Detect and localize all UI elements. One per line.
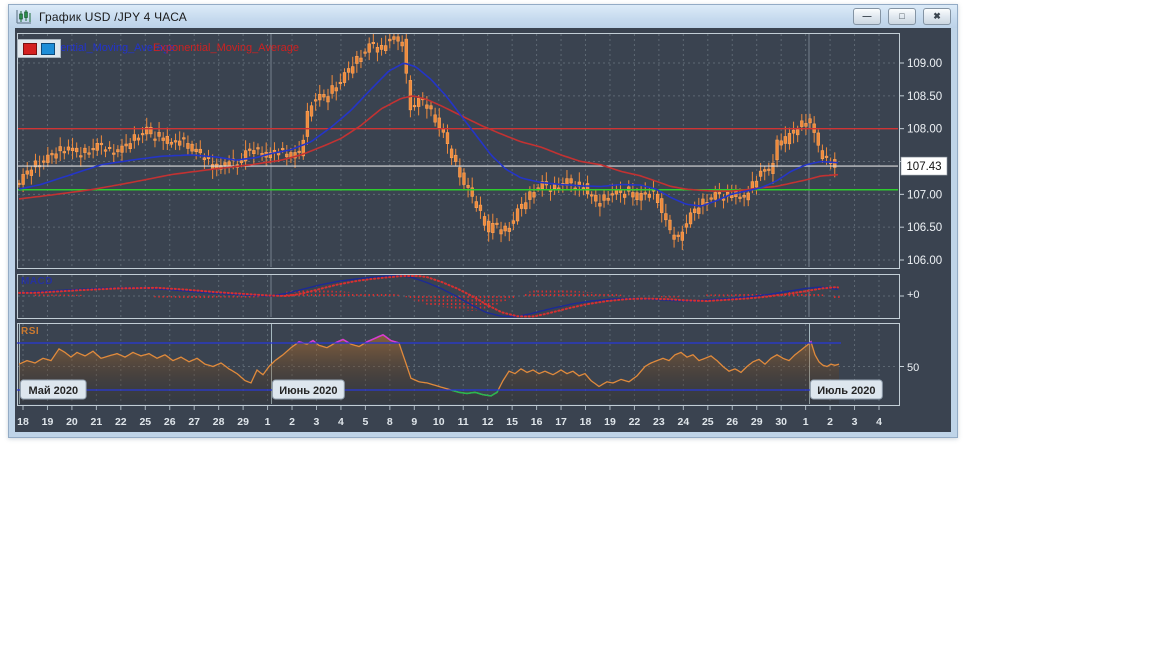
- svg-text:22: 22: [115, 416, 127, 428]
- svg-text:17: 17: [555, 416, 567, 428]
- svg-text:108.50: 108.50: [907, 91, 942, 103]
- svg-text:27: 27: [188, 416, 200, 428]
- time-axis-labels: 18 19 20 21 22 25 26 27 28 29 1 2 3 4 5 8 9 10 11 12 15 16 17 1…: [17, 416, 882, 428]
- minimize-button[interactable]: —: [853, 8, 881, 25]
- current-price-box: 107.43: [900, 156, 948, 176]
- svg-text:29: 29: [237, 416, 249, 428]
- svg-text:1: 1: [803, 416, 809, 428]
- svg-text:11: 11: [458, 416, 469, 428]
- macd-label: MACD: [21, 276, 53, 287]
- svg-text:30: 30: [775, 416, 787, 428]
- svg-text:108.00: 108.00: [907, 124, 942, 136]
- candlestick-series: [18, 34, 837, 251]
- window-title: График USD /JPY 4 ЧАСА: [39, 9, 188, 24]
- chart-canvas[interactable]: 109.00 108.50 108.00 107.00 106.50 106.00 107.…: [15, 28, 951, 432]
- svg-text:15: 15: [506, 416, 518, 428]
- svg-text:106.50: 106.50: [907, 222, 942, 234]
- macd-zero-label: +0: [907, 289, 920, 301]
- svg-text:2: 2: [827, 416, 833, 428]
- svg-text:106.00: 106.00: [907, 255, 942, 267]
- legend-box[interactable]: [17, 39, 61, 58]
- candlestick-chart-icon: [15, 9, 33, 25]
- legend-ema-slow-label: Exponential_Moving_Average: [153, 42, 299, 54]
- svg-text:25: 25: [139, 416, 151, 428]
- svg-text:21: 21: [91, 416, 103, 428]
- svg-text:5: 5: [362, 416, 368, 428]
- month-box: Июнь 2020: [272, 379, 345, 400]
- close-icon: ✖: [933, 11, 941, 21]
- legend-red-swatch: [23, 42, 37, 55]
- restore-icon: □: [899, 11, 905, 21]
- svg-text:4: 4: [338, 416, 344, 428]
- svg-text:3: 3: [852, 416, 858, 428]
- svg-text:19: 19: [42, 416, 54, 428]
- svg-text:4: 4: [876, 416, 882, 428]
- svg-text:18: 18: [17, 416, 29, 428]
- window-titlebar[interactable]: График USD /JPY 4 ЧАСА — □ ✖: [9, 5, 957, 28]
- svg-text:22: 22: [629, 416, 641, 428]
- minimize-icon: —: [862, 11, 872, 21]
- svg-text:19: 19: [604, 416, 616, 428]
- svg-text:107.00: 107.00: [907, 189, 942, 201]
- ema-slow-line: [18, 95, 839, 200]
- close-button[interactable]: ✖: [923, 8, 951, 25]
- svg-text:109.00: 109.00: [907, 58, 942, 70]
- time-axis-ticks: [22, 406, 880, 410]
- restore-button[interactable]: □: [888, 8, 916, 25]
- svg-text:Май 2020: Май 2020: [28, 385, 78, 397]
- svg-text:9: 9: [411, 416, 417, 428]
- svg-text:107.43: 107.43: [906, 161, 941, 173]
- svg-text:16: 16: [531, 416, 543, 428]
- window-controls: — □ ✖: [853, 8, 951, 25]
- svg-text:18: 18: [580, 416, 592, 428]
- svg-text:2: 2: [289, 416, 295, 428]
- svg-text:10: 10: [433, 416, 445, 428]
- gridlines: [18, 34, 898, 404]
- level-lines: [18, 127, 898, 191]
- svg-text:Июнь 2020: Июнь 2020: [279, 385, 337, 397]
- svg-text:20: 20: [66, 416, 78, 428]
- rsi-label: RSI: [21, 326, 40, 337]
- svg-text:28: 28: [213, 416, 225, 428]
- svg-text:26: 26: [164, 416, 176, 428]
- svg-text:29: 29: [751, 416, 763, 428]
- svg-text:Июль 2020: Июль 2020: [817, 385, 875, 397]
- rsi-midline-label: 50: [907, 362, 920, 374]
- month-box: Май 2020: [20, 379, 87, 400]
- svg-text:26: 26: [726, 416, 738, 428]
- svg-text:1: 1: [265, 416, 271, 428]
- rsi-fill: [19, 334, 839, 404]
- chart-client-area: 109.00 108.50 108.00 107.00 106.50 106.00 107.…: [15, 28, 951, 432]
- svg-text:25: 25: [702, 416, 714, 428]
- svg-text:24: 24: [677, 416, 689, 428]
- legend-blue-swatch: [41, 42, 55, 55]
- svg-text:12: 12: [482, 416, 494, 428]
- svg-text:8: 8: [387, 416, 393, 428]
- month-box: Июль 2020: [810, 379, 883, 400]
- panel-borders: [17, 33, 900, 406]
- chart-window: График USD /JPY 4 ЧАСА — □ ✖ 109.00 108.5…: [8, 4, 958, 438]
- svg-text:3: 3: [314, 416, 320, 428]
- svg-text:23: 23: [653, 416, 665, 428]
